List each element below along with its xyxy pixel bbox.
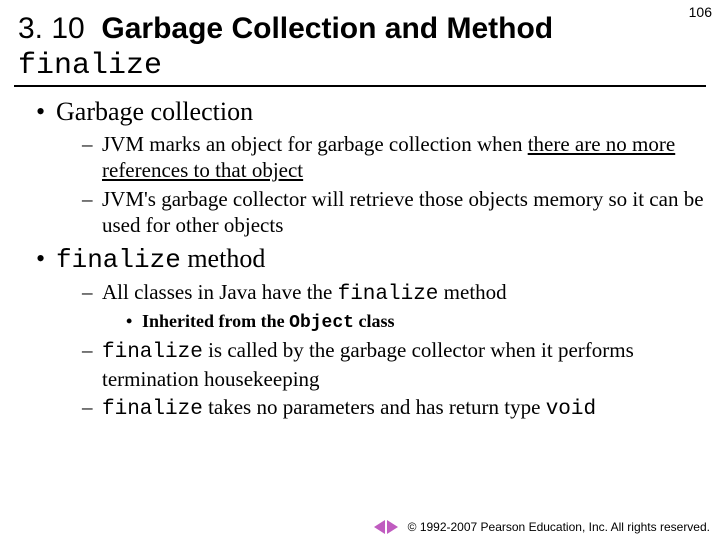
sub-bullet: finalize is called by the garbage collec… — [82, 337, 706, 393]
page-number: 106 — [689, 4, 712, 20]
title-text: Garbage Collection and Method — [101, 12, 553, 45]
text: class — [354, 311, 395, 331]
title-code: finalize — [18, 49, 162, 83]
next-arrow-icon[interactable] — [387, 520, 398, 534]
bullet-heading-code: finalize — [56, 245, 181, 275]
code: finalize — [338, 283, 439, 306]
section-number: 3. 10 — [18, 12, 85, 45]
text: All classes in Java have the — [102, 280, 338, 304]
code: finalize — [102, 398, 203, 421]
bullet-garbage-collection: Garbage collection JVM marks an object f… — [36, 97, 706, 238]
text: JVM's garbage collector will retrieve th… — [102, 187, 704, 237]
nav-arrows — [374, 520, 398, 534]
slide-footer: © 1992-2007 Pearson Education, Inc. All … — [374, 520, 710, 534]
text: JVM marks an object for garbage collecti… — [102, 132, 528, 156]
prev-arrow-icon[interactable] — [374, 520, 385, 534]
sub-bullet: JVM's garbage collector will retrieve th… — [82, 186, 706, 239]
bullet-finalize-method: finalize method All classes in Java have… — [36, 244, 706, 424]
text: method — [438, 280, 506, 304]
code: void — [546, 398, 596, 421]
sub-bullet: JVM marks an object for garbage collecti… — [82, 131, 706, 184]
bullet-heading-rest: method — [181, 244, 266, 273]
slide-body: Garbage collection JVM marks an object f… — [0, 97, 720, 424]
text: Inherited from the — [142, 311, 289, 331]
title-underline — [14, 85, 706, 87]
copyright-text: © 1992-2007 Pearson Education, Inc. All … — [408, 520, 710, 534]
slide-title: 3. 10 Garbage Collection and Method fina… — [0, 0, 720, 83]
sub-bullet: finalize takes no parameters and has ret… — [82, 394, 706, 423]
subsub-bullet: Inherited from the Object class — [126, 310, 706, 335]
text: takes no parameters and has return type — [203, 395, 546, 419]
sub-bullet: All classes in Java have the finalize me… — [82, 279, 706, 335]
code: finalize — [102, 341, 203, 364]
bullet-heading: Garbage collection — [56, 97, 253, 126]
code: Object — [289, 313, 354, 333]
